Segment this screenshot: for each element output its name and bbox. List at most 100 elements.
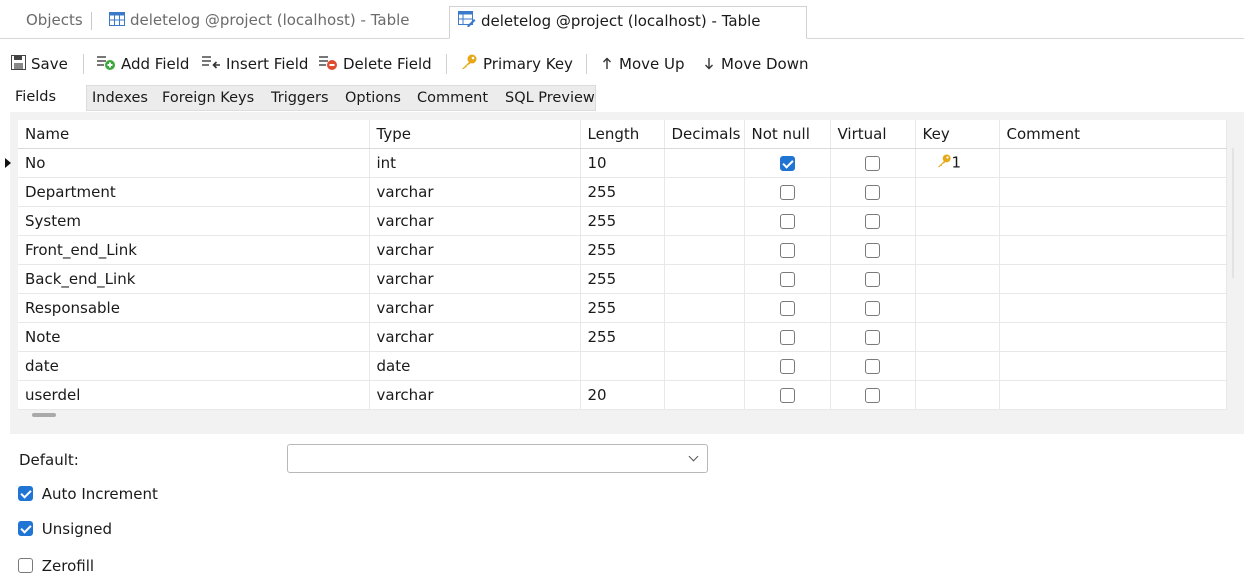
field-type-cell[interactable]: int [369,148,581,178]
field-length-cell[interactable]: 255 [580,177,665,207]
not-null-checkbox[interactable] [779,184,795,200]
key-cell[interactable] [915,177,1000,207]
field-type-cell[interactable]: varchar [369,322,581,352]
table-row[interactable]: Note varchar 255 [18,322,1227,352]
tab-fields[interactable]: Fields [10,85,76,111]
column-header-length[interactable]: Length [580,120,665,149]
field-name-cell[interactable]: Front_end_Link [18,235,370,265]
tab-sql-preview[interactable]: SQL Preview [500,85,596,111]
column-header-decimals[interactable]: Decimals [664,120,745,149]
field-type-cell[interactable]: date [369,351,581,381]
virtual-checkbox[interactable] [865,329,880,345]
not-null-checkbox[interactable] [779,358,795,374]
field-length-cell[interactable]: 20 [580,380,665,410]
column-header-name[interactable]: Name [18,120,370,149]
field-length-cell[interactable]: 10 [580,148,665,178]
field-length-cell[interactable]: 255 [580,264,665,294]
field-length-cell[interactable] [580,351,665,381]
virtual-checkbox[interactable] [865,271,880,287]
virtual-checkbox[interactable] [865,242,880,258]
field-name-cell[interactable]: Back_end_Link [18,264,370,294]
field-name-cell[interactable]: Note [18,322,370,352]
insert-field-button[interactable]: Insert Field [201,52,308,76]
key-cell[interactable]: 1 [915,148,1000,178]
add-field-button[interactable]: Add Field [96,52,189,76]
virtual-checkbox[interactable] [865,184,880,200]
field-comment-cell[interactable] [999,322,1227,352]
field-decimals-cell[interactable] [664,148,745,178]
field-comment-cell[interactable] [999,380,1227,410]
zerofill-checkbox[interactable]: Zerofill [18,556,94,575]
tab-objects[interactable]: Objects [18,6,92,37]
key-cell[interactable] [915,322,1000,352]
horizontal-scrollbar[interactable] [32,413,56,417]
field-type-cell[interactable]: varchar [369,380,581,410]
field-name-cell[interactable]: System [18,206,370,236]
field-name-cell[interactable]: userdel [18,380,370,410]
key-cell[interactable] [915,351,1000,381]
table-row[interactable]: Department varchar 255 [18,177,1227,207]
table-row[interactable]: Front_end_Link varchar 255 [18,235,1227,265]
field-comment-cell[interactable] [999,351,1227,381]
key-cell[interactable] [915,206,1000,236]
key-cell[interactable] [915,264,1000,294]
column-header-virtual[interactable]: Virtual [830,120,916,149]
field-decimals-cell[interactable] [664,351,745,381]
tab-indexes[interactable]: Indexes [86,85,158,111]
field-type-cell[interactable]: varchar [369,264,581,294]
column-header-not-null[interactable]: Not null [744,120,831,149]
key-cell[interactable] [915,293,1000,323]
primary-key-button[interactable]: Primary Key [460,52,573,76]
field-name-cell[interactable]: No [5,148,370,178]
table-row[interactable]: userdel varchar 20 [18,380,1227,410]
field-length-cell[interactable]: 255 [580,206,665,236]
move-down-button[interactable]: Move Down [704,52,809,76]
field-length-cell[interactable]: 255 [580,235,665,265]
field-name-cell[interactable]: date [18,351,370,381]
tab-deletelog-table[interactable]: deletelog @project (localhost) - Table [101,6,418,37]
field-type-cell[interactable]: varchar [369,235,581,265]
not-null-checkbox[interactable] [779,242,795,258]
field-type-cell[interactable]: varchar [369,177,581,207]
table-row[interactable]: date date [18,351,1227,381]
table-row[interactable]: Responsable varchar 255 [18,293,1227,323]
field-comment-cell[interactable] [999,148,1227,178]
field-name-cell[interactable]: Responsable [18,293,370,323]
not-null-checkbox[interactable] [779,271,795,287]
field-length-cell[interactable]: 255 [580,293,665,323]
not-null-checkbox[interactable] [779,329,795,345]
not-null-checkbox[interactable] [779,387,795,403]
field-decimals-cell[interactable] [664,380,745,410]
column-header-key[interactable]: Key [915,120,1000,149]
checkbox-box[interactable] [18,521,33,536]
field-decimals-cell[interactable] [664,322,745,352]
unsigned-checkbox[interactable]: Unsigned [18,519,112,538]
field-comment-cell[interactable] [999,206,1227,236]
field-comment-cell[interactable] [999,264,1227,294]
field-comment-cell[interactable] [999,235,1227,265]
field-length-cell[interactable]: 255 [580,322,665,352]
virtual-checkbox[interactable] [865,387,880,403]
key-cell[interactable] [915,235,1000,265]
tab-deletelog-design[interactable]: deletelog @project (localhost) - Table [449,6,807,39]
field-comment-cell[interactable] [999,177,1227,207]
not-null-checkbox[interactable] [779,155,795,171]
field-decimals-cell[interactable] [664,264,745,294]
auto-increment-checkbox[interactable]: Auto Increment [18,484,158,503]
checkbox-box[interactable] [18,486,33,501]
virtual-checkbox[interactable] [865,300,880,316]
delete-field-button[interactable]: Delete Field [318,52,432,76]
field-decimals-cell[interactable] [664,206,745,236]
virtual-checkbox[interactable] [865,213,880,229]
table-row[interactable]: No int 10 1 [5,148,1227,178]
vertical-scrollbar[interactable] [1232,148,1234,278]
table-row[interactable]: Back_end_Link varchar 255 [18,264,1227,294]
not-null-checkbox[interactable] [779,213,795,229]
field-type-cell[interactable]: varchar [369,206,581,236]
field-decimals-cell[interactable] [664,293,745,323]
tab-triggers[interactable]: Triggers [266,85,341,111]
default-select[interactable] [287,444,708,473]
tab-foreign-keys[interactable]: Foreign Keys [157,85,267,111]
field-comment-cell[interactable] [999,293,1227,323]
column-header-comment[interactable]: Comment [999,120,1227,149]
